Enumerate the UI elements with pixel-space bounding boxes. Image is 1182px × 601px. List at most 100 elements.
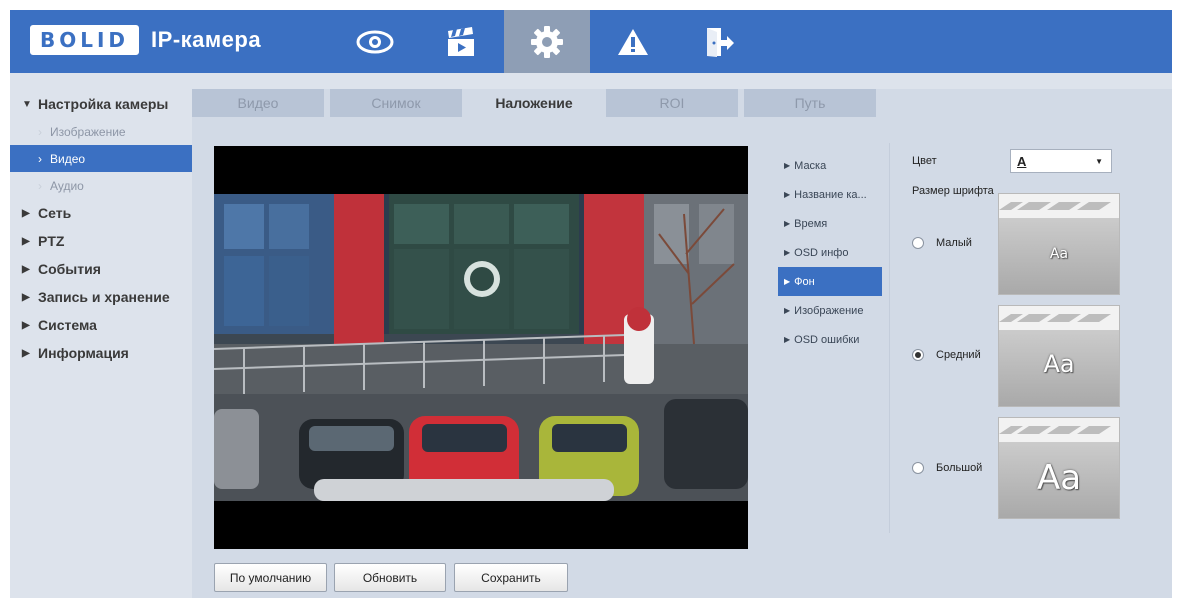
app-window: BOLID IP-камера ▼ Настройка камеры › Изо… (10, 10, 1172, 598)
overlay-panel: По умолчанию Обновить Сохранить ▶ Маска ▶… (192, 117, 1172, 598)
camera-scene-image (214, 194, 748, 501)
triangle-right-icon: ▶ (784, 335, 791, 344)
header-bar: BOLID IP-камера (10, 10, 1172, 73)
logo: BOLID IP-камера (30, 24, 261, 56)
overlay-item-label: Фон (794, 275, 815, 288)
sidebar-item-label: Информация (38, 345, 129, 361)
overlay-item-label: Название ка... (794, 188, 867, 201)
overlay-type-list: ▶ Маска ▶ Название ка... ▶ Время ▶ OSD инфо … (778, 151, 882, 354)
tab-bar: Видео Снимок Наложение ROI Путь (192, 89, 882, 117)
sidebar-item-image[interactable]: › Изображение (10, 118, 192, 145)
triangle-right-icon: ▶ (22, 291, 30, 303)
sidebar-item-system[interactable]: ▶ Система (10, 311, 192, 339)
sidebar: ▼ Настройка камеры › Изображение › Видео… (10, 90, 192, 367)
size-medium-preview-text: Aa (1043, 350, 1075, 378)
logo-letters: BOLID (30, 25, 140, 55)
overlay-item-image[interactable]: ▶ Изображение (778, 296, 882, 325)
sidebar-item-label: PTZ (38, 233, 65, 249)
triangle-right-icon: ▶ (784, 277, 791, 286)
overlay-item-mask[interactable]: ▶ Маска (778, 151, 882, 180)
default-button[interactable]: По умолчанию (214, 563, 327, 592)
size-medium-preview: Aa (998, 305, 1120, 407)
sidebar-item-label: Изображение (50, 124, 126, 139)
divider (889, 143, 890, 533)
sidebar-item-label: Сеть (38, 205, 72, 221)
size-small-option[interactable]: Малый (912, 237, 972, 249)
top-nav (332, 10, 762, 73)
overlay-item-label: OSD ошибки (794, 333, 860, 346)
sidebar-item-camera-settings[interactable]: ▼ Настройка камеры (10, 90, 192, 118)
size-small-label: Малый (936, 237, 972, 249)
clapper-stripes-icon (999, 306, 1119, 330)
overlay-item-channel-name[interactable]: ▶ Название ка... (778, 180, 882, 209)
overlay-item-osd-info[interactable]: ▶ OSD инфо (778, 238, 882, 267)
sidebar-item-storage[interactable]: ▶ Запись и хранение (10, 283, 192, 311)
triangle-right-icon: ▶ (784, 248, 791, 257)
clapper-stripes-icon (999, 194, 1119, 218)
overlay-item-label: Маска (794, 159, 827, 172)
chevron-down-icon: ▼ (1095, 156, 1103, 166)
size-large-label: Большой (936, 462, 983, 474)
triangle-right-icon: ▶ (22, 347, 30, 359)
sidebar-item-info[interactable]: ▶ Информация (10, 339, 192, 367)
nav-live[interactable] (332, 10, 418, 73)
gear-icon (531, 25, 563, 58)
background-settings: Цвет A ▼ Размер шрифта Малый Aa Средний … (912, 149, 1152, 569)
color-label: Цвет (912, 155, 937, 167)
chevron-right-icon: › (38, 124, 42, 139)
size-small-preview-text: Aa (1049, 246, 1069, 262)
clapper-stripes-icon (999, 418, 1119, 442)
triangle-right-icon: ▶ (784, 161, 791, 170)
triangle-right-icon: ▶ (22, 235, 30, 247)
triangle-right-icon: ▶ (784, 219, 791, 228)
tab-roi[interactable]: ROI (606, 89, 738, 117)
size-medium-radio[interactable] (912, 349, 924, 361)
tab-video[interactable]: Видео (192, 89, 324, 117)
overlay-item-label: Изображение (794, 304, 864, 317)
size-small-preview: Aa (998, 193, 1120, 295)
size-large-preview-text: Aa (1036, 458, 1082, 498)
sidebar-item-label: Настройка камеры (38, 96, 169, 112)
size-medium-option[interactable]: Средний (912, 349, 981, 361)
size-large-option[interactable]: Большой (912, 462, 982, 474)
save-button[interactable]: Сохранить (454, 563, 568, 592)
nav-logout[interactable] (676, 10, 762, 73)
overlay-item-osd-errors[interactable]: ▶ OSD ошибки (778, 325, 882, 354)
sidebar-item-video[interactable]: › Видео (10, 145, 192, 172)
eye-icon (356, 30, 394, 53)
font-size-label: Размер шрифта (912, 185, 994, 197)
sidebar-item-label: Запись и хранение (38, 289, 170, 305)
size-medium-label: Средний (936, 349, 981, 361)
nav-alarm[interactable] (590, 10, 676, 73)
overlay-item-label: Время (794, 217, 828, 230)
tab-overlay[interactable]: Наложение (468, 89, 600, 117)
sidebar-item-audio[interactable]: › Аудио (10, 172, 192, 199)
overlay-item-background[interactable]: ▶ Фон (778, 267, 882, 296)
sidebar-item-network[interactable]: ▶ Сеть (10, 199, 192, 227)
sidebar-item-events[interactable]: ▶ События (10, 255, 192, 283)
refresh-button[interactable]: Обновить (334, 563, 446, 592)
sidebar-item-label: Система (38, 317, 97, 333)
overlay-item-label: OSD инфо (794, 246, 849, 259)
sidebar-item-ptz[interactable]: ▶ PTZ (10, 227, 192, 255)
tab-path[interactable]: Путь (744, 89, 876, 117)
triangle-right-icon: ▶ (22, 319, 30, 331)
size-small-radio[interactable] (912, 237, 924, 249)
nav-settings[interactable] (504, 10, 590, 73)
color-select[interactable]: A ▼ (1010, 149, 1112, 173)
playback-clapper-icon (448, 26, 474, 56)
size-large-radio[interactable] (912, 462, 924, 474)
radio-selected-dot (915, 352, 921, 358)
nav-playback[interactable] (418, 10, 504, 73)
video-preview[interactable] (214, 146, 748, 549)
chevron-right-icon: › (38, 151, 42, 166)
triangle-right-icon: ▶ (784, 190, 791, 199)
overlay-item-time[interactable]: ▶ Время (778, 209, 882, 238)
triangle-right-icon: ▶ (22, 207, 30, 219)
size-large-preview: Aa (998, 417, 1120, 519)
warning-icon (618, 28, 648, 55)
tab-snapshot[interactable]: Снимок (330, 89, 462, 117)
app-title: IP-камера (151, 27, 262, 52)
triangle-right-icon: ▶ (22, 263, 30, 275)
triangle-down-icon: ▼ (22, 98, 32, 110)
